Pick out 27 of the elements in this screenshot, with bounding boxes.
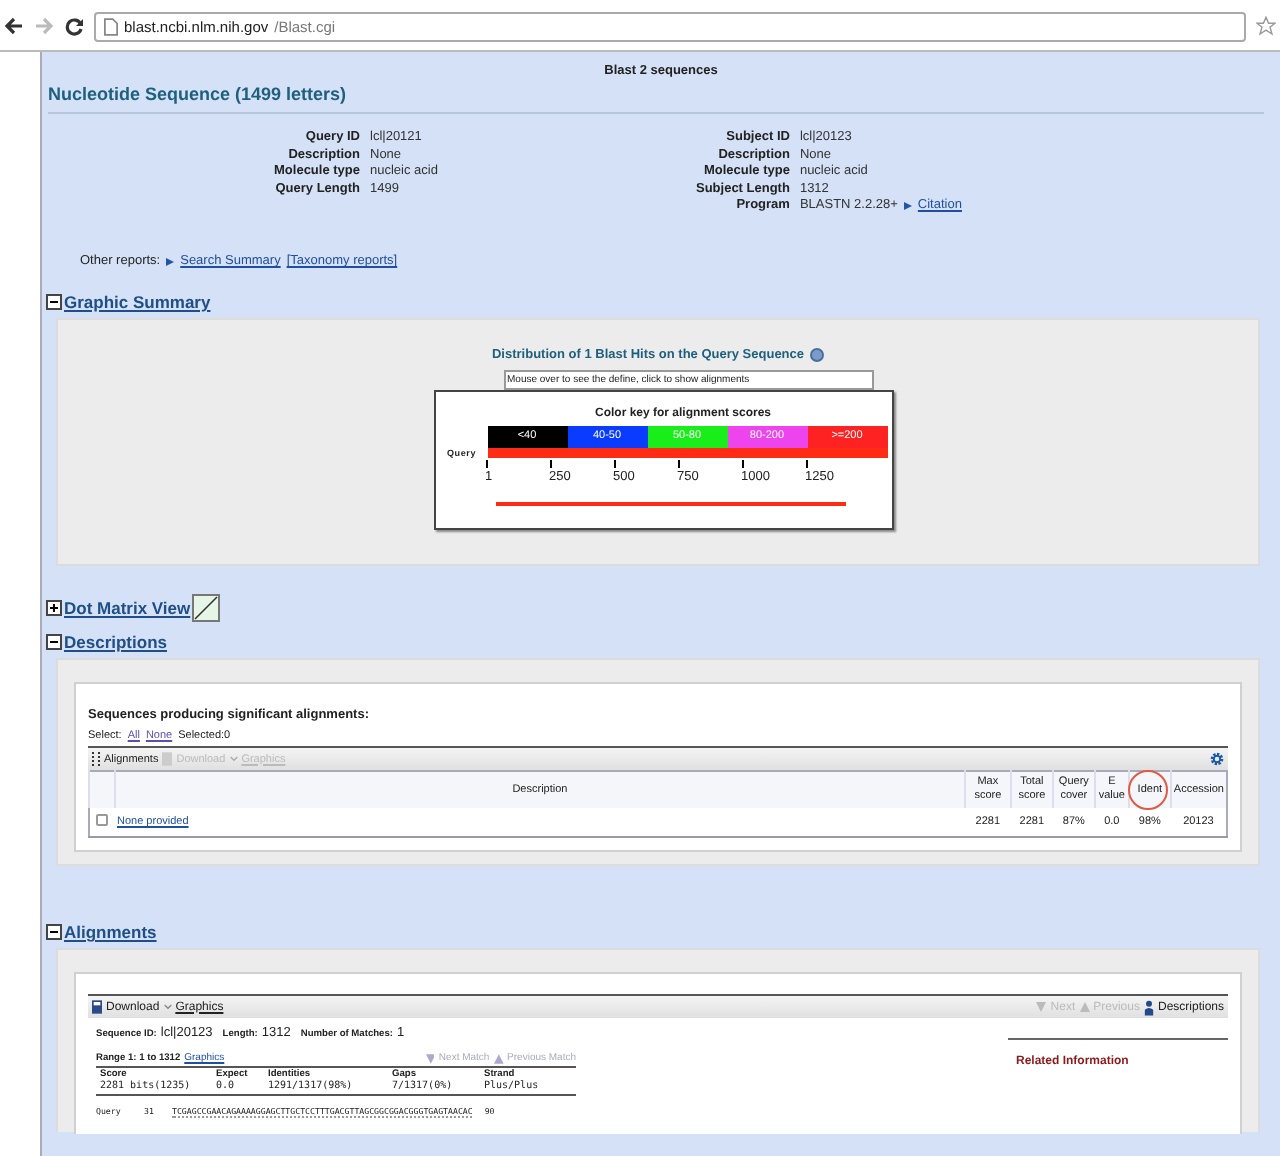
section-link[interactable]: Dot Matrix View	[64, 598, 191, 618]
up-triangle-icon	[1079, 1002, 1090, 1012]
row-checkbox[interactable]	[96, 814, 109, 826]
grip-icon	[92, 752, 100, 766]
gear-icon[interactable]	[1210, 752, 1224, 766]
sequence-heading: Nucleotide Sequence (1499 letters)	[46, 82, 349, 104]
collapse-icon[interactable]	[46, 634, 62, 650]
triangle-icon	[166, 257, 175, 265]
download-icon	[162, 752, 173, 766]
up-triangle-icon	[493, 1053, 504, 1063]
section-link[interactable]: Alignments	[64, 922, 157, 942]
help-icon[interactable]	[810, 348, 825, 362]
back-icon[interactable]	[4, 16, 24, 36]
star-icon[interactable]	[1256, 16, 1276, 36]
collapse-icon[interactable]	[46, 294, 62, 310]
down-triangle-icon	[1036, 1002, 1047, 1012]
expand-icon[interactable]	[46, 600, 62, 616]
reload-icon[interactable]	[64, 16, 84, 36]
dot-matrix-thumbnail[interactable]	[192, 594, 221, 622]
down-triangle-icon	[425, 1053, 435, 1063]
download-icon	[92, 1000, 102, 1014]
section-link[interactable]: Descriptions	[64, 632, 167, 652]
page-icon	[104, 17, 118, 35]
person-icon	[1143, 999, 1154, 1015]
collapse-icon[interactable]	[46, 924, 62, 940]
section-link[interactable]: Graphic Summary	[64, 292, 211, 312]
triangle-icon	[903, 201, 912, 209]
